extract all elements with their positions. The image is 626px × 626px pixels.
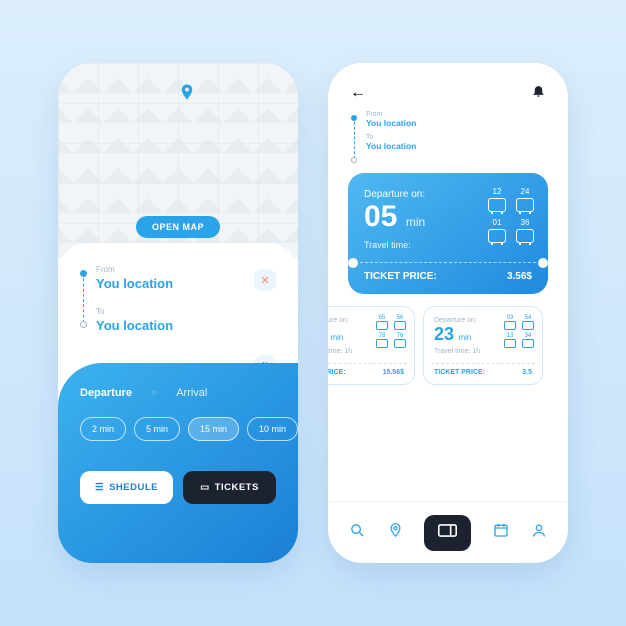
from-dot-icon [351, 115, 357, 121]
phone-screen-1: OPEN MAP From You location ✕ To You loca… [58, 63, 298, 563]
map-area[interactable]: OPEN MAP [58, 63, 298, 258]
tickets-button[interactable]: ▭ TICKETS [183, 471, 276, 504]
from-dot-icon [80, 270, 87, 277]
chip-2[interactable]: 15 min [188, 417, 239, 441]
bus-icon [504, 339, 516, 348]
bus-icon [376, 321, 388, 330]
departure-unit: min [406, 215, 425, 229]
ticket-perforation [431, 363, 535, 364]
mini-location-panel: From You location To You location [328, 111, 568, 167]
ticket-icon: ▭ [200, 482, 209, 493]
to-label: To [96, 307, 276, 316]
mini-price-label: KET PRICE: [328, 369, 346, 376]
mini-from-value: You location [366, 118, 542, 128]
to-dot-icon [80, 321, 87, 328]
ticket-perforation [360, 262, 536, 263]
chip-0[interactable]: 2 min [80, 417, 126, 441]
bus-icon [516, 198, 534, 212]
bus-number: 24 [521, 187, 530, 196]
to-dot-icon [351, 157, 357, 163]
tickets-button-label: TICKETS [215, 482, 259, 493]
nav-calendar[interactable] [493, 522, 509, 543]
from-label: From [96, 265, 276, 274]
clear-from-button[interactable]: ✕ [254, 269, 276, 291]
mini-to-value: You location [366, 141, 542, 151]
bus-icon [488, 229, 506, 243]
bus-number: 36 [521, 218, 530, 227]
mini-to-row[interactable]: To You location [366, 134, 542, 151]
mini-from-row[interactable]: From You location [366, 111, 542, 128]
bus-list: 12 24 01 36 [488, 187, 534, 243]
bottom-nav [328, 501, 568, 563]
bell-icon[interactable] [531, 83, 546, 103]
bus-icon [488, 198, 506, 212]
list-icon: ☰ [95, 482, 104, 493]
mini-card-0[interactable]: Departure on: 12 min Travel time: 1h 65 … [328, 306, 415, 385]
open-map-button[interactable]: OPEN MAP [136, 216, 220, 238]
mini-from-label: From [366, 111, 542, 118]
bus-icon [516, 229, 534, 243]
nav-location[interactable] [388, 521, 403, 544]
to-value: You location [96, 318, 276, 333]
seg-departure[interactable]: Departure [80, 387, 132, 399]
bottom-sheet: Departure ○ Arrival 2 min 5 min 15 min 1… [58, 363, 298, 563]
mini-cards-row[interactable]: Departure on: 12 min Travel time: 1h 65 … [328, 306, 568, 385]
bus-icon [394, 339, 406, 348]
time-chips: 2 min 5 min 15 min 10 min [80, 417, 276, 441]
mini-travel: Travel time: 1h [328, 348, 404, 355]
bus-icon [522, 321, 534, 330]
bus-number: 12 [493, 187, 502, 196]
price-value: 3.56$ [507, 271, 532, 282]
bus-icon [522, 339, 534, 348]
mini-unit: min [330, 333, 343, 342]
chip-3[interactable]: 10 min [247, 417, 298, 441]
bus-icon [394, 321, 406, 330]
bus-icon [376, 339, 388, 348]
bus-number: 01 [493, 218, 502, 227]
nav-tickets[interactable] [424, 515, 471, 551]
mini-to-label: To [366, 134, 542, 141]
seg-arrival[interactable]: Arrival [176, 387, 207, 399]
segment-divider-icon: ○ [152, 390, 156, 397]
from-row[interactable]: From You location ✕ [96, 265, 276, 291]
ticket-perforation [328, 363, 407, 364]
mini-price: 15.56$ [383, 369, 404, 376]
main-ticket-card[interactable]: Departure on: 05 min Travel time: 12 24 … [348, 173, 548, 294]
mini-price: 3.5 [522, 369, 532, 376]
mini-price-label: TICKET PRICE: [434, 369, 485, 376]
phone-screen-2: ← From You location To You location Depa… [328, 63, 568, 563]
nav-profile[interactable] [531, 522, 547, 544]
mini-travel: Travel time: 1h [434, 348, 532, 355]
to-row[interactable]: To You location ⇅ [96, 307, 276, 333]
schedule-button[interactable]: ☰ SHEDULE [80, 471, 173, 504]
chip-1[interactable]: 5 min [134, 417, 180, 441]
departure-time: 05 [364, 200, 397, 234]
location-panel: From You location ✕ To You location ⇅ [58, 243, 298, 349]
mini-card-1[interactable]: Departure on: 23 min Travel time: 1h 03 … [423, 306, 543, 385]
schedule-button-label: SHEDULE [109, 482, 158, 493]
bus-icon [504, 321, 516, 330]
nav-search[interactable] [349, 522, 366, 544]
map-pin-icon [178, 81, 196, 108]
segment-control[interactable]: Departure ○ Arrival [80, 387, 276, 399]
back-button[interactable]: ← [350, 84, 366, 102]
price-label: TICKET PRICE: [364, 271, 437, 282]
from-value: You location [96, 276, 276, 291]
mini-time: 23 [434, 324, 454, 344]
mini-unit: min [458, 333, 471, 342]
